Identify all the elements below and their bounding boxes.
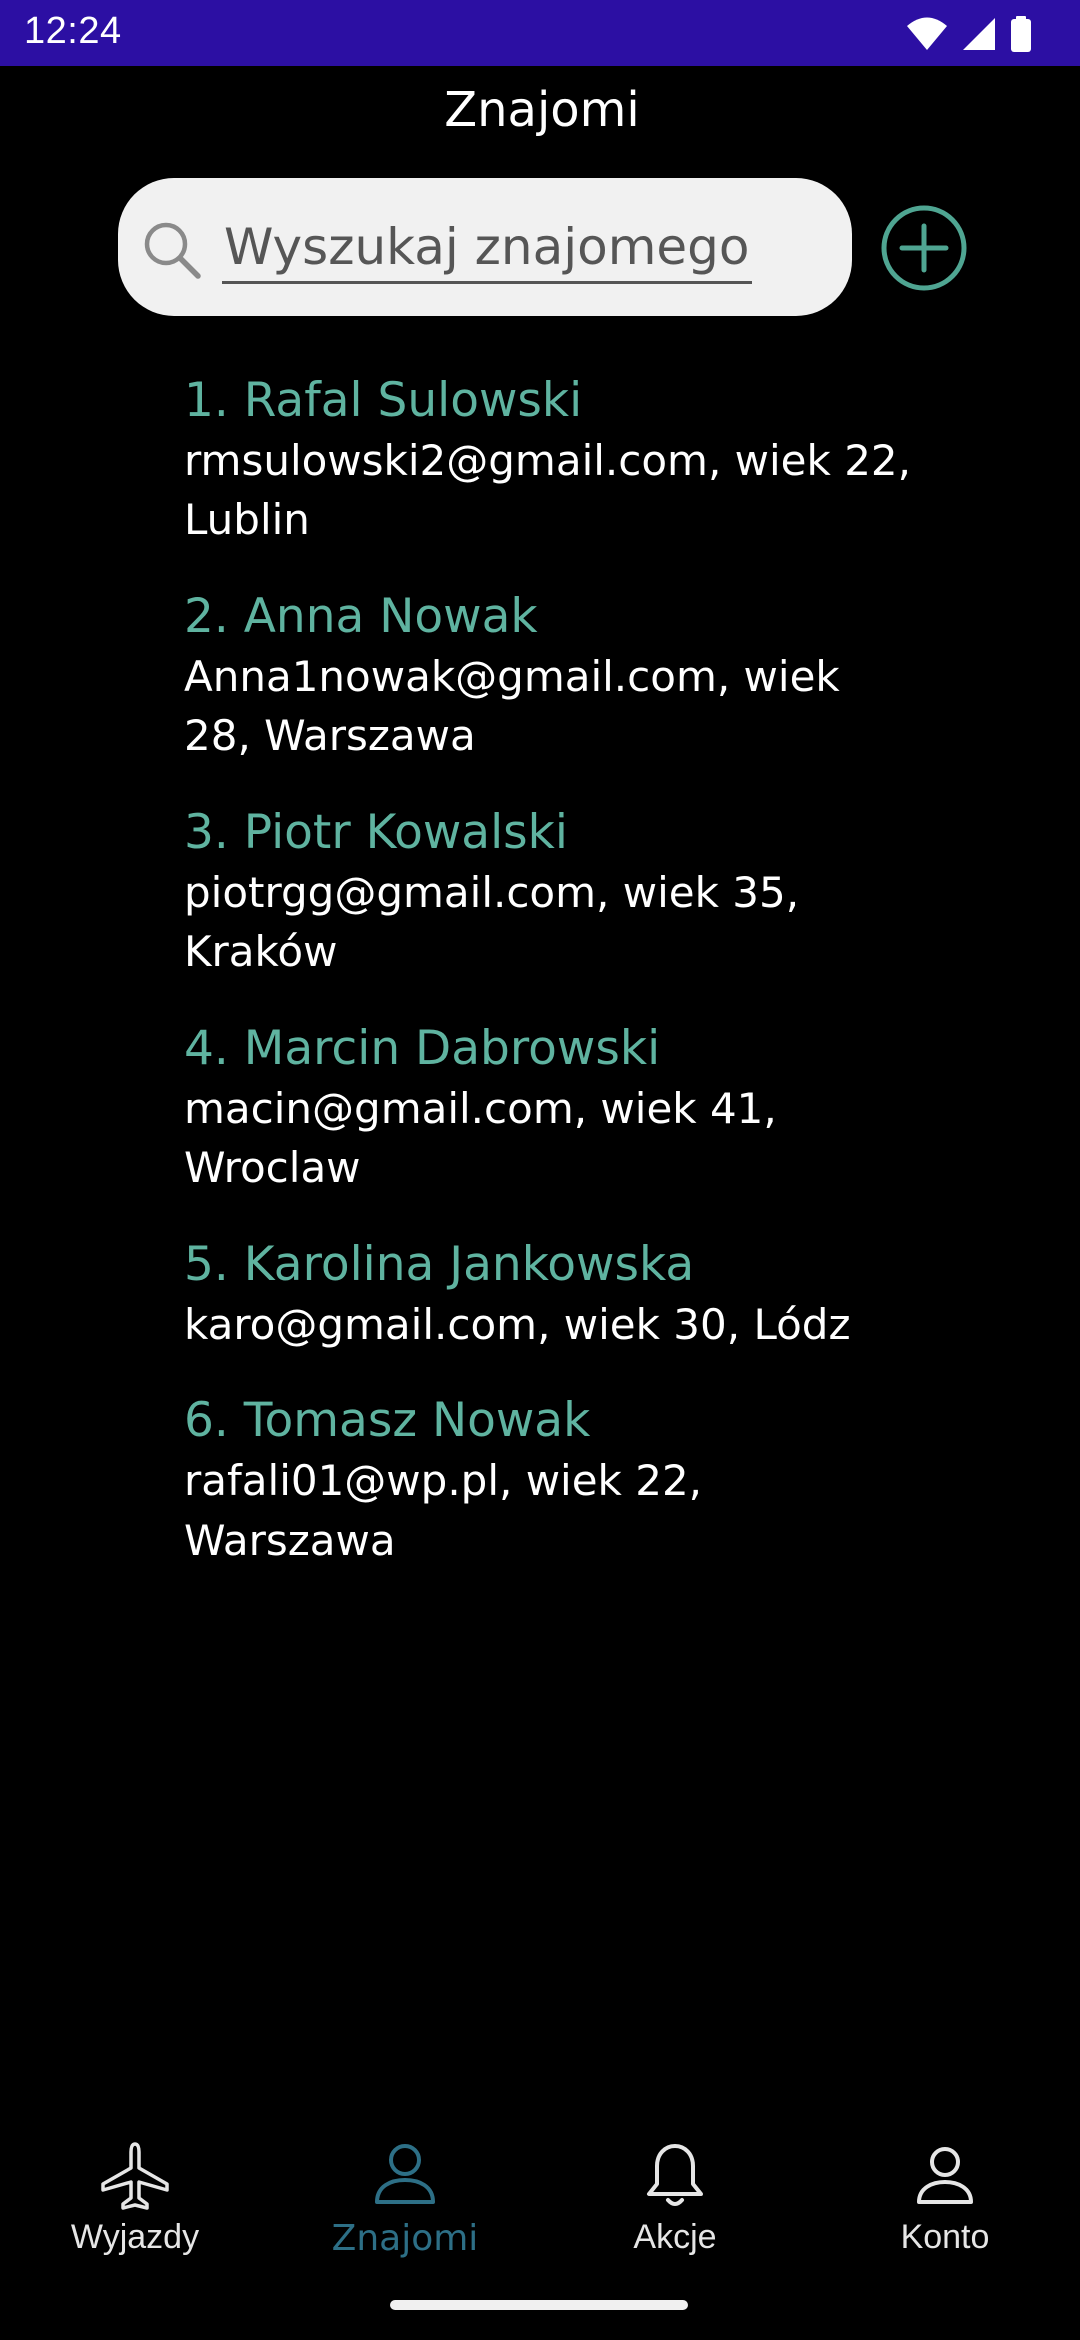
friend-name: 2. Anna Nowak (184, 589, 538, 644)
nav-label: Konto (900, 2218, 990, 2256)
friend-details: rafali01@wp.pl, wiek 22, Warszawa (184, 1456, 703, 1565)
search-box[interactable] (118, 178, 852, 316)
friend-list: 1. Rafal Sulowski rmsulowski2@gmail.com,… (184, 372, 1004, 1608)
friend-item[interactable]: 2. Anna Nowak Anna1nowak@gmail.com, wiek… (184, 588, 1004, 766)
search-icon (144, 222, 201, 279)
account-icon (917, 2147, 973, 2204)
nav-item-akcje[interactable]: Akcje (540, 2140, 810, 2260)
search-input[interactable] (222, 212, 752, 284)
battery-icon (1011, 16, 1031, 52)
friend-name: 1. Rafal Sulowski (184, 373, 583, 428)
home-indicator[interactable] (390, 2300, 688, 2310)
status-time: 12:24 (24, 10, 122, 52)
nav-label: Wyjazdy (70, 2218, 200, 2256)
nav-label: Akcje (633, 2218, 717, 2256)
page-title: Znajomi (444, 82, 640, 138)
bell-icon (647, 2144, 703, 2206)
friend-details: karo@gmail.com, wiek 30, Lódz (184, 1299, 851, 1349)
friend-name: 3. Piotr Kowalski (184, 805, 568, 860)
signal-icon (963, 18, 995, 50)
airplane-icon (101, 2142, 169, 2210)
add-friend-button[interactable] (880, 204, 968, 292)
status-bar: 12:24 (0, 0, 1080, 66)
friend-details: piotrgg@gmail.com, wiek 35, Kraków (184, 867, 800, 977)
friend-details: rmsulowski2@gmail.com, wiek 22, Lublin (184, 435, 911, 545)
friend-name: 5. Karolina Jankowska (184, 1237, 695, 1292)
friend-item[interactable]: 4. Marcin Dabrowski macin@gmail.com, wie… (184, 1020, 1004, 1198)
nav-item-znajomi[interactable]: Znajomi (270, 2140, 540, 2260)
person-icon (375, 2144, 435, 2204)
nav-item-wyjazdy[interactable]: Wyjazdy (0, 2140, 270, 2260)
nav-label: Znajomi (331, 2218, 479, 2259)
friend-name: 4. Marcin Dabrowski (184, 1021, 661, 1076)
friend-details: macin@gmail.com, wiek 41, Wroclaw (184, 1083, 777, 1193)
friend-details: Anna1nowak@gmail.com, wiek 28, Warszawa (184, 651, 840, 761)
friend-name: 6. Tomasz Nowak (184, 1393, 591, 1449)
bottom-nav: Wyjazdy Znajomi Akcje Konto (0, 2120, 1080, 2270)
status-icons (906, 14, 1032, 54)
friend-item[interactable]: 5. Karolina Jankowska karo@gmail.com, wi… (184, 1236, 1004, 1354)
wifi-icon (907, 17, 947, 50)
friend-item[interactable]: 1. Rafal Sulowski rmsulowski2@gmail.com,… (184, 372, 1004, 550)
nav-item-konto[interactable]: Konto (810, 2140, 1080, 2260)
friend-item[interactable]: 3. Piotr Kowalski piotrgg@gmail.com, wie… (184, 804, 1004, 982)
friend-item[interactable]: 6. Tomasz Nowak rafali01@wp.pl, wiek 22,… (184, 1392, 1004, 1570)
